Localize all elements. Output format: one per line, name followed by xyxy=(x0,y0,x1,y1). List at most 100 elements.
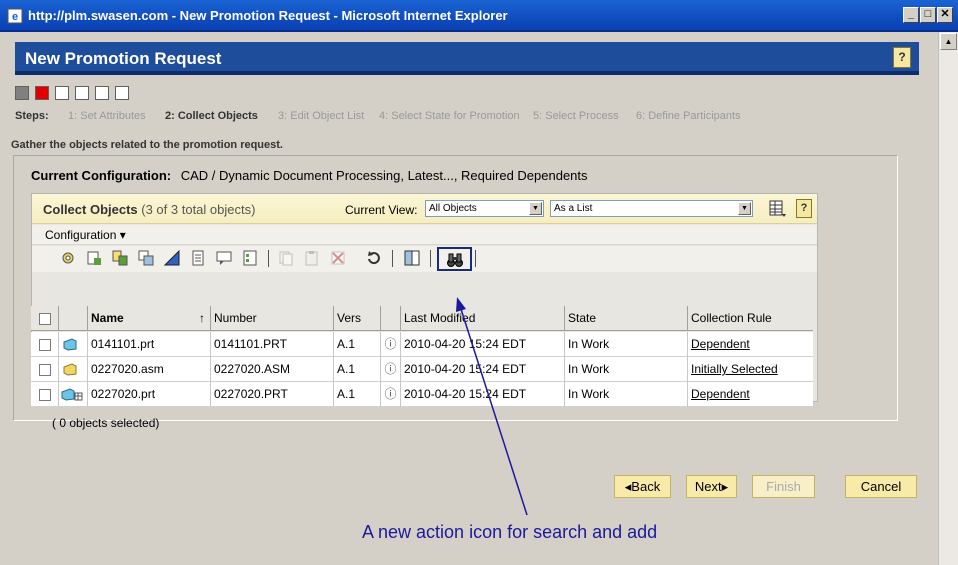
step-select-process: 5: Select Process xyxy=(533,110,619,122)
finish-button[interactable]: Finish xyxy=(752,475,815,498)
modified-cell: 2010-04-20 15:24 EDT xyxy=(401,332,565,357)
step-box-4 xyxy=(75,86,89,100)
remove-icon[interactable] xyxy=(330,250,346,266)
toolbar-separator xyxy=(392,250,393,267)
toolbar-separator xyxy=(268,250,269,267)
add-related-icon[interactable] xyxy=(112,250,128,266)
configuration-menu[interactable]: Configuration ▾ xyxy=(45,228,126,242)
version-column-header[interactable]: Vers xyxy=(334,306,381,331)
name-header-label: Name xyxy=(91,311,124,325)
cancel-button[interactable]: Cancel xyxy=(845,475,917,498)
info-icon[interactable]: ⓘ xyxy=(381,382,401,407)
back-button[interactable]: ◂Back xyxy=(614,475,671,498)
collection-rule-cell: Dependent xyxy=(688,332,813,357)
name-column-header[interactable]: Name ↑ xyxy=(88,306,211,331)
sort-arrow-icon: ↑ xyxy=(199,311,205,325)
display-select[interactable]: As a List ▼ xyxy=(550,200,753,217)
current-configuration: Current Configuration: CAD / Dynamic Doc… xyxy=(31,168,588,183)
state-cell: In Work xyxy=(565,357,688,382)
state-cell: In Work xyxy=(565,382,688,407)
config-value: CAD / Dynamic Document Processing, Lates… xyxy=(180,168,588,183)
row-checkbox[interactable] xyxy=(39,339,51,351)
collection-rule-column-header[interactable]: Collection Rule xyxy=(688,306,813,331)
table-row: 0227020.asm 0227020.ASM A.1 ⓘ 2010-04-20… xyxy=(31,357,813,382)
select-all-checkbox[interactable] xyxy=(39,313,51,325)
number-cell: 0227020.ASM xyxy=(211,357,334,382)
display-select-value: As a List xyxy=(554,203,593,214)
scroll-up-arrow-icon[interactable]: ▲ xyxy=(940,33,957,50)
step-set-attributes: 1: Set Attributes xyxy=(68,110,146,122)
checklist-icon[interactable] xyxy=(242,250,258,266)
minimize-button[interactable]: _ xyxy=(903,7,919,23)
collection-rule-cell: Dependent xyxy=(688,382,813,407)
toolbar-separator xyxy=(430,250,431,267)
step-define-participants: 6: Define Participants xyxy=(636,110,741,122)
steps-label: Steps: xyxy=(15,110,49,122)
table-toolbar xyxy=(32,246,817,272)
state-column-header[interactable]: State xyxy=(565,306,688,331)
name-cell[interactable]: 0227020.asm xyxy=(88,357,211,382)
maximize-button[interactable]: □ xyxy=(920,7,936,23)
last-modified-column-header[interactable]: Last Modified xyxy=(401,306,565,331)
add-structure-icon[interactable] xyxy=(138,250,154,266)
title-bar: e http://plm.swasen.com - New Promotion … xyxy=(0,0,958,32)
document-list-icon[interactable] xyxy=(190,250,206,266)
help-button[interactable]: ? xyxy=(893,47,911,68)
table-header-row: Name ↑ Number Vers Last Modified State C… xyxy=(31,306,813,331)
configuration-menu-bar: Configuration ▾ xyxy=(32,225,817,245)
type-cell xyxy=(59,382,88,407)
select-all-cell xyxy=(31,306,59,331)
version-cell: A.1 xyxy=(334,332,381,357)
collection-rule-link[interactable]: Dependent xyxy=(691,387,750,401)
paste-icon[interactable] xyxy=(304,250,320,266)
structure-view-icon[interactable] xyxy=(404,250,420,266)
comment-icon[interactable] xyxy=(216,250,232,266)
selected-count: ( 0 objects selected) xyxy=(52,416,160,430)
view-select[interactable]: All Objects ▼ xyxy=(425,200,544,217)
collect-objects-header: Collect Objects (3 of 3 total objects) C… xyxy=(32,194,817,224)
modified-cell: 2010-04-20 15:24 EDT xyxy=(401,357,565,382)
number-column-header[interactable]: Number xyxy=(211,306,334,331)
next-button[interactable]: Next▸ xyxy=(686,475,737,498)
ie-page-icon: e xyxy=(7,8,23,24)
add-object-icon[interactable] xyxy=(86,250,102,266)
row-select-cell xyxy=(31,382,59,407)
table-view-icon[interactable] xyxy=(769,200,787,218)
version-cell: A.1 xyxy=(334,357,381,382)
part-icon xyxy=(63,338,77,351)
info-icon[interactable]: ⓘ xyxy=(381,357,401,382)
number-cell: 0227020.PRT xyxy=(211,382,334,407)
toolbar-separator xyxy=(475,250,476,267)
chevron-down-icon: ▼ xyxy=(738,202,751,215)
row-select-cell xyxy=(31,357,59,382)
collection-rule-cell: Initially Selected xyxy=(688,357,813,382)
close-button[interactable]: ✕ xyxy=(937,7,953,23)
name-cell[interactable]: 0227020.prt xyxy=(88,382,211,407)
collection-rule-link[interactable]: Dependent xyxy=(691,337,750,351)
step-box-3 xyxy=(55,86,69,100)
name-cell[interactable]: 0141101.prt xyxy=(88,332,211,357)
row-checkbox[interactable] xyxy=(39,364,51,376)
copy-icon[interactable] xyxy=(278,250,294,266)
table-help-button[interactable]: ? xyxy=(796,199,812,218)
object-count: (3 of 3 total objects) xyxy=(141,202,256,217)
modified-cell: 2010-04-20 15:24 EDT xyxy=(401,382,565,407)
row-checkbox[interactable] xyxy=(39,389,51,401)
browser-window: e http://plm.swasen.com - New Promotion … xyxy=(0,0,958,565)
configure-gear-icon[interactable] xyxy=(60,250,76,266)
page-header: New Promotion Request ? xyxy=(15,42,919,75)
refresh-icon[interactable] xyxy=(366,250,382,266)
number-cell: 0141101.PRT xyxy=(211,332,334,357)
search-and-add-button[interactable] xyxy=(437,247,472,271)
row-select-cell xyxy=(31,332,59,357)
info-icon[interactable]: ⓘ xyxy=(381,332,401,357)
step-edit-object-list: 3: Edit Object List xyxy=(278,110,365,122)
vertical-scrollbar[interactable]: ▲ xyxy=(938,32,958,565)
collection-rule-link[interactable]: Initially Selected xyxy=(691,362,778,376)
window-title: http://plm.swasen.com - New Promotion Re… xyxy=(28,8,508,23)
binoculars-icon xyxy=(447,253,463,267)
step-box-5 xyxy=(95,86,109,100)
view-select-value: All Objects xyxy=(429,203,477,214)
table-row: 0141101.prt 0141101.PRT A.1 ⓘ 2010-04-20… xyxy=(31,332,813,357)
drawing-icon[interactable] xyxy=(164,250,180,266)
